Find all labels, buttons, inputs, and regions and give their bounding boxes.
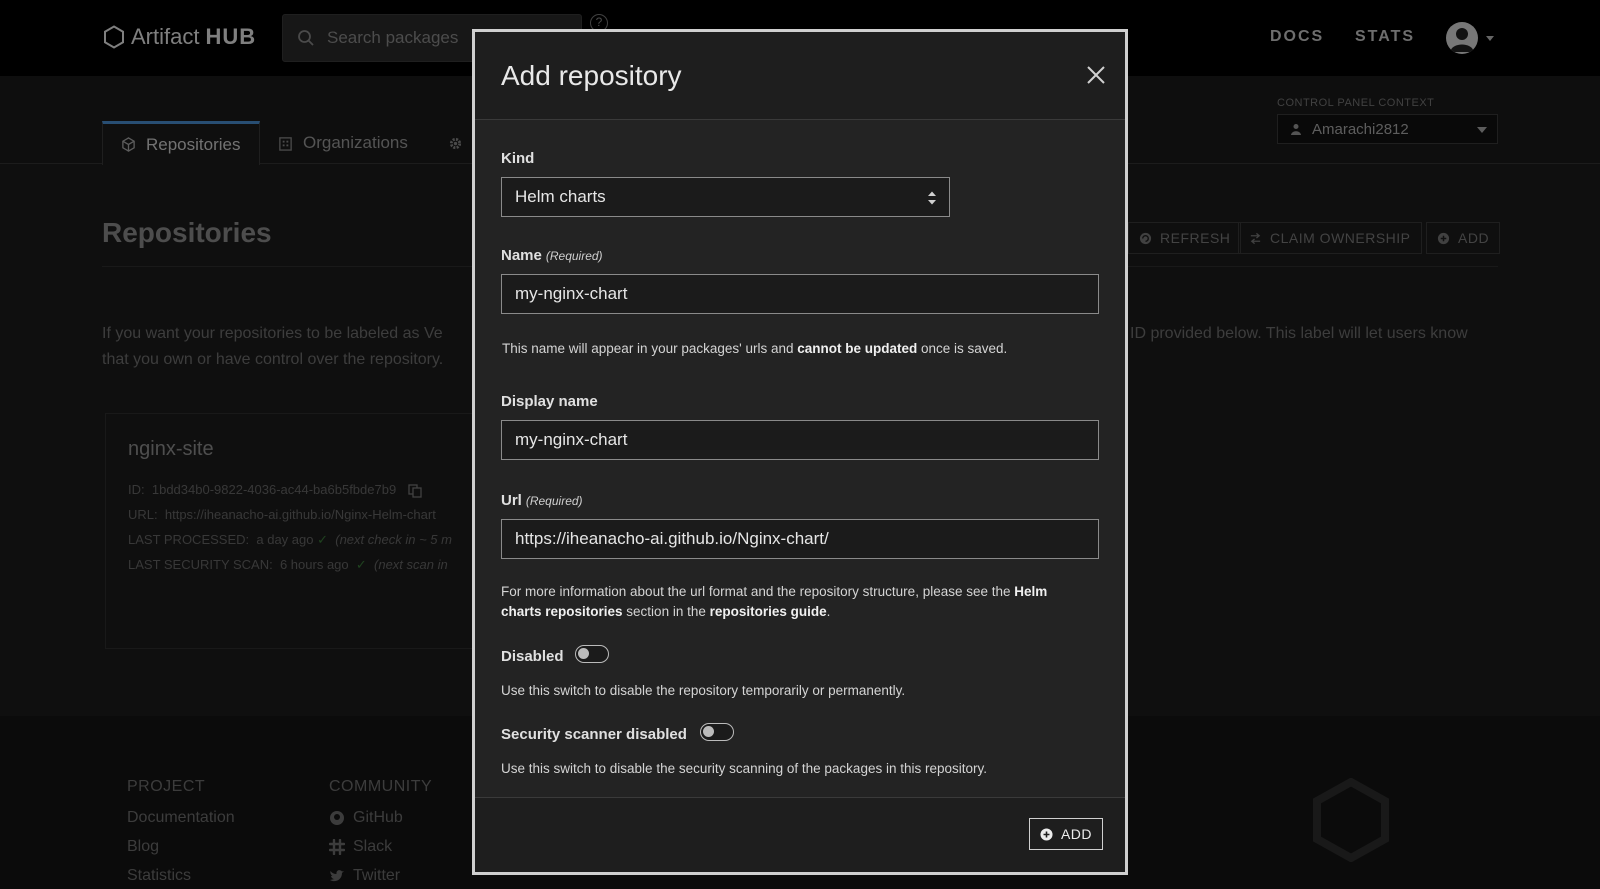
kind-label: Kind	[501, 150, 535, 167]
security-scanner-toggle[interactable]	[700, 723, 734, 741]
sort-arrows-icon	[928, 191, 936, 205]
repositories-guide-link[interactable]: repositories guide	[710, 604, 827, 619]
help-text: section in the	[622, 604, 710, 619]
kind-select-value: Helm charts	[515, 187, 606, 206]
help-text: For more information about the url forma…	[501, 584, 1015, 599]
close-icon[interactable]	[1083, 62, 1109, 88]
required-tag: (Required)	[525, 494, 583, 508]
url-label-text: Url	[501, 492, 522, 509]
name-help-text: This name will appear in your packages' …	[502, 339, 1102, 359]
required-tag: (Required)	[545, 249, 603, 263]
modal-footer: ADD	[475, 797, 1125, 872]
toggle-knob	[578, 648, 589, 659]
name-label-text: Name	[501, 247, 542, 264]
modal-body: Kind Helm charts Name(Required) This nam…	[475, 120, 1125, 800]
help-text-bold: cannot be updated	[797, 341, 918, 356]
security-scanner-help-text: Use this switch to disable the security …	[501, 761, 987, 776]
disabled-label: Disabled	[501, 648, 564, 665]
modal-header: Add repository	[475, 32, 1125, 120]
kind-select[interactable]: Helm charts	[501, 177, 950, 217]
disabled-toggle[interactable]	[575, 645, 609, 663]
url-label: Url (Required)	[501, 492, 583, 509]
name-input[interactable]	[501, 274, 1099, 314]
help-text: .	[826, 604, 831, 619]
plus-circle-icon	[1040, 827, 1053, 841]
toggle-knob	[703, 726, 714, 737]
url-help-text: For more information about the url forma…	[501, 582, 1091, 622]
disabled-help-text: Use this switch to disable the repositor…	[501, 683, 906, 698]
help-text: This name will appear in your packages' …	[502, 341, 798, 356]
url-input[interactable]	[501, 519, 1099, 559]
display-name-label: Display name	[501, 393, 598, 410]
add-repository-modal: Add repository Kind Helm charts Name (Req…	[472, 29, 1128, 875]
security-scanner-label: Security scanner disabled	[501, 726, 687, 743]
name-label: Name (Required)	[501, 247, 603, 264]
add-button[interactable]: ADD	[1028, 818, 1103, 850]
add-button-label: ADD	[1060, 826, 1092, 842]
modal-title: Add repository	[501, 60, 682, 91]
display-name-input[interactable]	[501, 420, 1099, 460]
help-text: once is saved.	[917, 341, 1008, 356]
